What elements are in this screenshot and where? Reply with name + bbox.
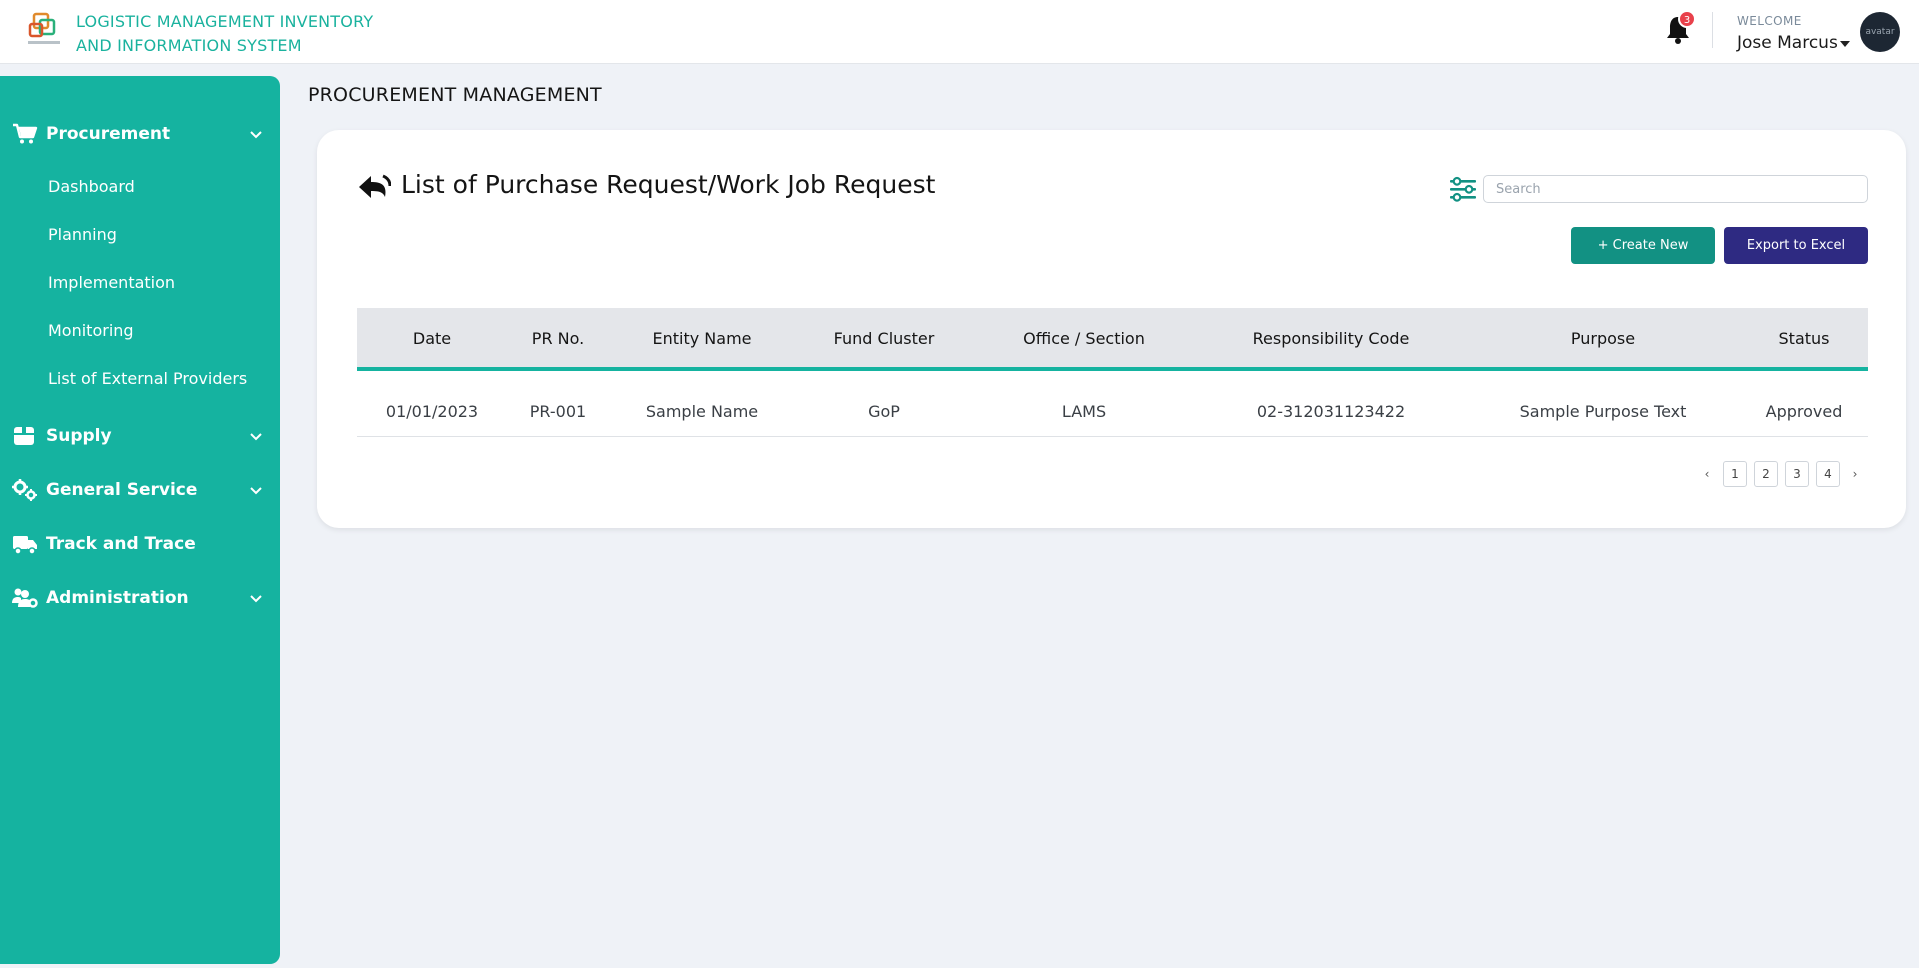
sidebar-item-track-and-trace[interactable]: Track and Trace <box>0 524 280 564</box>
chevron-down-icon[interactable] <box>248 126 264 142</box>
truck-icon <box>13 536 37 555</box>
users-cog-icon <box>12 588 38 608</box>
sidebar-item-label: Supply <box>46 426 112 446</box>
table-header: Date PR No. Entity Name Fund Cluster Off… <box>357 308 1868 371</box>
pagination-page-1[interactable]: 1 <box>1723 461 1747 487</box>
create-new-button[interactable]: + Create New <box>1571 227 1715 264</box>
chevron-down-icon[interactable] <box>1840 41 1850 47</box>
pagination-prev-button[interactable]: ‹ <box>1697 461 1717 487</box>
gears-icon <box>12 479 37 501</box>
app-title-line1: LOGISTIC MANAGEMENT INVENTORY <box>76 12 374 31</box>
cart-icon <box>13 123 38 144</box>
header-divider <box>1712 12 1713 48</box>
cell-status: Approved <box>1765 402 1843 421</box>
cell-pr-no: PR-001 <box>529 402 587 421</box>
user-name[interactable]: Jose Marcus <box>1737 33 1838 53</box>
back-arrow-icon[interactable] <box>357 170 391 202</box>
column-header-status[interactable]: Status <box>1779 329 1830 348</box>
sidebar-item-implementation[interactable]: Implementation <box>48 273 175 292</box>
cell-responsibility-code: 02-312031123422 <box>1256 402 1406 421</box>
column-header-pr-no[interactable]: PR No. <box>532 329 584 348</box>
sidebar-item-general-service[interactable]: General Service <box>0 470 280 510</box>
table-row[interactable]: 01/01/2023 PR-001 Sample Name GoP LAMS 0… <box>357 377 1868 437</box>
cell-office-section: LAMS <box>1061 402 1107 421</box>
box-icon <box>14 427 34 445</box>
column-header-office-section[interactable]: Office / Section <box>1023 329 1145 348</box>
app-title: LOGISTIC MANAGEMENT INVENTORY AND INFORM… <box>76 10 373 58</box>
chevron-down-icon[interactable] <box>248 590 264 606</box>
avatar[interactable]: avatar <box>1860 12 1900 52</box>
sidebar-item-label: Track and Trace <box>46 534 196 554</box>
sidebar-item-monitoring[interactable]: Monitoring <box>48 321 134 340</box>
sidebar-item-dashboard[interactable]: Dashboard <box>48 177 135 196</box>
sidebar-item-administration[interactable]: Administration <box>0 578 280 618</box>
chevron-down-icon[interactable] <box>248 482 264 498</box>
export-excel-button[interactable]: Export to Excel <box>1724 227 1868 264</box>
sidebar-item-supply[interactable]: Supply <box>0 416 280 456</box>
notification-badge: 3 <box>1678 10 1696 28</box>
page-title: PROCUREMENT MANAGEMENT <box>308 84 602 106</box>
pagination-page-2[interactable]: 2 <box>1754 461 1778 487</box>
pagination-page-3[interactable]: 3 <box>1785 461 1809 487</box>
cell-purpose: Sample Purpose Text <box>1519 402 1687 421</box>
sidebar-item-external-providers[interactable]: List of External Providers <box>48 369 247 388</box>
cell-fund-cluster: GoP <box>868 402 900 421</box>
column-header-date[interactable]: Date <box>413 329 451 348</box>
column-header-fund-cluster[interactable]: Fund Cluster <box>834 329 935 348</box>
cell-date: 01/01/2023 <box>385 402 479 421</box>
column-header-responsibility-code[interactable]: Responsibility Code <box>1253 329 1410 348</box>
sidebar-item-label: Procurement <box>46 124 171 144</box>
app-title-line2: AND INFORMATION SYSTEM <box>76 36 302 55</box>
sidebar-item-planning[interactable]: Planning <box>48 225 117 244</box>
welcome-label: WELCOME <box>1737 14 1802 28</box>
card-title: List of Purchase Request/Work Job Reques… <box>401 170 936 199</box>
pagination-page-4[interactable]: 4 <box>1816 461 1840 487</box>
column-header-purpose[interactable]: Purpose <box>1571 329 1635 348</box>
chevron-down-icon[interactable] <box>248 428 264 444</box>
sidebar-item-label: Administration <box>46 588 189 608</box>
filter-sliders-icon[interactable] <box>1449 175 1477 203</box>
column-header-entity-name[interactable]: Entity Name <box>653 329 752 348</box>
pagination-next-button[interactable]: › <box>1845 461 1865 487</box>
sidebar-item-label: General Service <box>46 480 198 500</box>
cell-entity-name: Sample Name <box>645 402 759 421</box>
sidebar-item-procurement[interactable]: Procurement <box>0 114 280 154</box>
top-header: LOGISTIC MANAGEMENT INVENTORY AND INFORM… <box>0 0 1919 64</box>
app-logo <box>28 12 60 44</box>
search-input[interactable] <box>1483 175 1868 203</box>
sidebar: Procurement Dashboard Planning Implement… <box>0 76 280 964</box>
